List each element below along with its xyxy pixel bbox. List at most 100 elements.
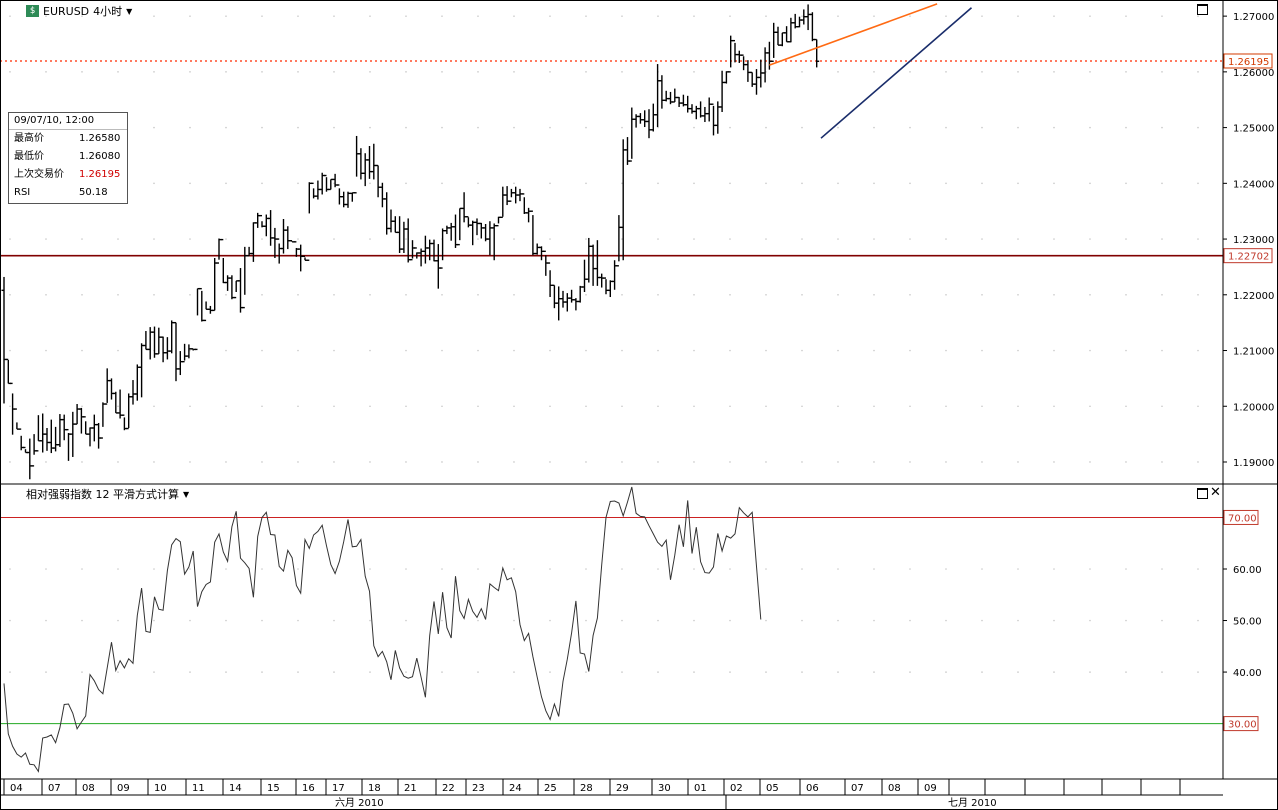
price-tick-label: 1.24000: [1233, 179, 1274, 190]
grid-dot: [45, 349, 47, 352]
grid-dot: [297, 568, 299, 570]
timeframe-label: 4小时: [93, 5, 123, 18]
grid-dot: [1125, 671, 1127, 673]
time-tick-label: 14: [229, 783, 242, 794]
grid-dot: [333, 293, 335, 296]
grid-dot: [45, 568, 47, 570]
grid-dot: [45, 671, 47, 673]
time-tick-label: 04: [10, 783, 23, 794]
grid-dot: [1125, 182, 1127, 185]
rsi-tick-label: 60.00: [1233, 565, 1262, 576]
grid-dot: [225, 619, 227, 622]
grid-dot: [297, 671, 299, 673]
grid-dot: [117, 349, 119, 352]
grid-dot: [1089, 461, 1091, 463]
grid-dot: [945, 15, 947, 17]
grid-dot: [513, 293, 515, 296]
grid-dot: [477, 619, 479, 622]
grid-dot: [261, 126, 263, 129]
grid-dot: [765, 126, 767, 129]
grid-dot: [9, 461, 11, 463]
grid-dot: [261, 238, 263, 240]
grid-dot: [189, 182, 191, 185]
grid-dot: [405, 349, 407, 352]
time-tick-label: 21: [404, 783, 417, 794]
time-tick-label: 08: [82, 783, 95, 794]
time-tick-label: 15: [267, 783, 280, 794]
grid-dot: [1197, 182, 1199, 185]
grid-dot: [549, 619, 551, 622]
grid-dot: [873, 293, 875, 296]
time-tick-label: 01: [694, 783, 707, 794]
grid-dot: [1017, 238, 1019, 240]
grid-dot: [261, 405, 263, 408]
grid-dot: [1017, 671, 1019, 673]
grid-dot: [873, 671, 875, 673]
grid-dot: [1125, 405, 1127, 408]
grid-dot: [1053, 568, 1055, 570]
grid-dot: [1089, 619, 1091, 622]
grid-dot: [693, 293, 695, 296]
grid-dot: [189, 293, 191, 296]
grid-dot: [945, 619, 947, 622]
grid-dot: [513, 568, 515, 570]
grid-dot: [477, 238, 479, 240]
grid-dot: [9, 349, 11, 352]
grid-dot: [801, 293, 803, 296]
grid-dot: [621, 293, 623, 296]
grid-dot: [693, 568, 695, 570]
maximize-icon[interactable]: [1197, 4, 1208, 15]
chart-canvas[interactable]: 1.19000 1.20000 1.21000 1.22000 1.23000 1.240…: [0, 0, 1278, 810]
grid-dot: [801, 568, 803, 570]
grid-dot: [801, 619, 803, 622]
grid-dot: [585, 182, 587, 185]
grid-dot: [81, 461, 83, 463]
grid-dot: [981, 671, 983, 673]
grid-dot: [981, 405, 983, 408]
grid-dot: [729, 349, 731, 352]
grid-dot: [261, 461, 263, 463]
grid-dot: [441, 671, 443, 673]
grid-dot: [1089, 405, 1091, 408]
grid-dot: [81, 568, 83, 570]
info-value: 1.26195: [79, 169, 121, 180]
grid-dot: [1089, 238, 1091, 240]
time-tick-label: 30: [658, 783, 671, 794]
close-icon[interactable]: ✕: [1210, 486, 1221, 499]
grid-dot: [1125, 293, 1127, 296]
grid-dot: [513, 619, 515, 622]
time-tick-label: 16: [302, 783, 315, 794]
rsi-indicator-selector[interactable]: 相对强弱指数 12 平滑方式计算 ▼: [26, 486, 189, 502]
grid-dot: [9, 619, 11, 622]
symbol-icon: $: [26, 5, 39, 17]
grid-dot: [81, 671, 83, 673]
grid-dot: [729, 15, 731, 17]
grid-dot: [513, 238, 515, 240]
grid-dot: [621, 461, 623, 463]
grid-dot: [729, 619, 731, 622]
grid-dot: [189, 238, 191, 240]
grid-dot: [1125, 126, 1127, 129]
symbol-selector[interactable]: $ EURUSD 4小时 ▼: [26, 3, 132, 19]
grid-dot: [909, 238, 911, 240]
grid-dot: [189, 568, 191, 570]
info-row-low: 最低价 1.26080: [9, 148, 127, 166]
info-label: 最高价: [14, 133, 44, 144]
grid-dot: [549, 182, 551, 185]
grid-dot: [441, 405, 443, 408]
grid-dot: [693, 671, 695, 673]
grid-dot: [1053, 619, 1055, 622]
grid-dot: [981, 126, 983, 129]
grid-dot: [621, 619, 623, 622]
grid-dot: [549, 15, 551, 17]
grid-dot: [477, 671, 479, 673]
grid-dot: [225, 349, 227, 352]
grid-dot: [1161, 126, 1163, 129]
grid-dot: [585, 349, 587, 352]
grid-dot: [369, 238, 371, 240]
grid-dot: [981, 71, 983, 73]
maximize-icon[interactable]: [1197, 488, 1208, 499]
grid-dot: [1161, 293, 1163, 296]
price-tick-label: 1.23000: [1233, 235, 1274, 246]
grid-dot: [477, 568, 479, 570]
